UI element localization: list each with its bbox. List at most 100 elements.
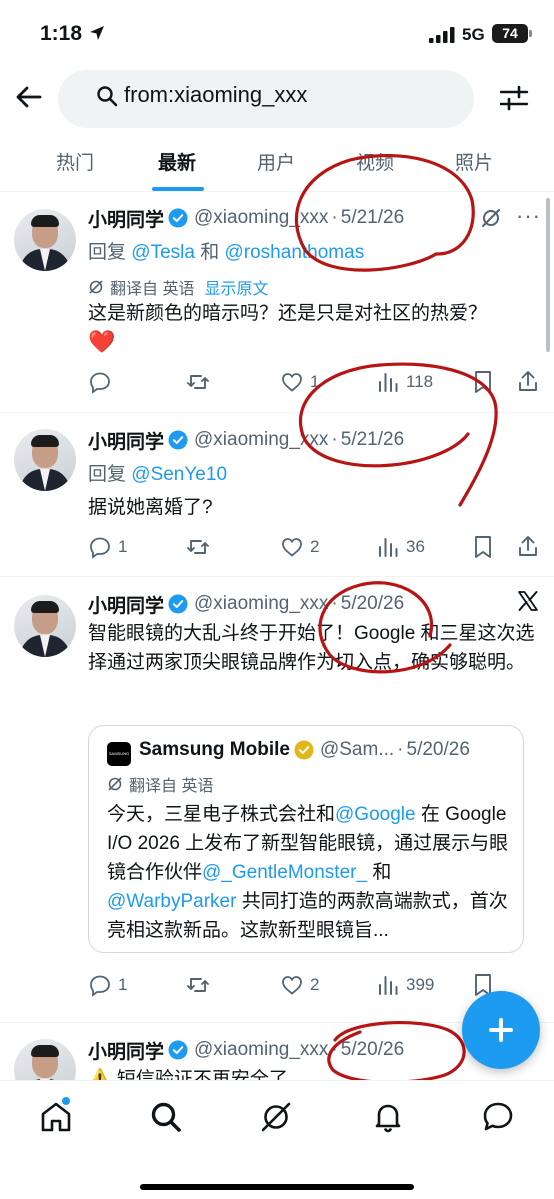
mention-link[interactable]: @SenYe10 [131,464,227,485]
translate-label: 翻译自 英语 [110,281,195,298]
avatar[interactable] [14,209,76,271]
more-options-icon[interactable]: ··· [516,203,541,229]
tweet[interactable]: 小明同学 @xiaoming_xxx · 5/21/26 ··· 回复 @Tes… [0,193,554,413]
tab-people[interactable]: 用户 [257,148,295,175]
replying-to: 回复 @SenYe10 [88,459,227,486]
show-original-link[interactable]: 显示原文 [204,275,268,299]
display-name[interactable]: 小明同学 [88,205,164,232]
share-icon[interactable] [516,534,540,558]
quoted-text-part: 今天，三星电子株式会社和 [107,804,336,825]
battery-level: 74 [492,24,528,43]
compose-post-button[interactable] [462,991,540,1069]
tab-photos[interactable]: 照片 [455,148,493,175]
grok-icon[interactable] [480,207,502,229]
mention-link[interactable]: @Tesla [131,242,195,263]
tweet[interactable]: 小明同学 @xiaoming_xxx · 5/20/26 智能眼镜的大乱斗终于开… [0,577,554,1023]
heart-icon [282,976,302,995]
user-handle[interactable]: @xiaoming_xxx [194,429,328,451]
display-name[interactable]: 小明同学 [88,427,164,454]
mention-link[interactable]: @WarbyParker [107,891,236,912]
avatar[interactable] [14,1039,76,1080]
tweet-date[interactable]: 5/21/26 [341,429,404,451]
display-name[interactable]: 小明同学 [88,591,164,618]
retweet-icon [187,540,209,554]
quoted-tweet[interactable]: SAMSUNG Galaxy Samsung Mobile @Sam... · … [88,725,524,953]
like-count: 2 [310,975,320,994]
reply-button[interactable]: 1 [88,970,127,1000]
tweet-actions: 1 2 399 [88,970,540,1000]
reply-button[interactable]: 1 [88,532,127,562]
status-bar: 1:18 5G 74 [0,0,554,66]
translation-notice: 翻译自 英语 显示原文 [88,275,268,299]
avatar[interactable] [14,595,76,657]
avatar[interactable] [14,429,76,491]
heart-emoji: ❤️ [88,329,116,354]
search-query-text[interactable]: from:xiaoming_xxx [124,82,307,108]
retweet-icon [187,978,209,992]
like-button[interactable]: 2 [280,970,319,1000]
user-handle[interactable]: @xiaoming_xxx [194,1039,328,1061]
views-chart-icon [379,976,398,995]
share-icon[interactable] [516,369,540,393]
views-chart-icon [379,373,398,392]
tab-top[interactable]: 热门 [56,148,94,175]
quoted-display-name[interactable]: Samsung Mobile [139,739,290,761]
notifications-bell-icon[interactable] [370,1099,406,1135]
x-logo-icon [518,591,538,611]
views-button[interactable]: 36 [376,532,425,562]
tab-latest[interactable]: 最新 [158,148,196,175]
grok-icon[interactable] [258,1099,294,1135]
tweet-header: 小明同学 @xiaoming_xxx · 5/21/26 [88,203,404,233]
quoted-text-part: 和 [367,862,392,883]
bookmark-icon[interactable] [472,370,494,394]
home-indicator [140,1184,414,1190]
reply-button[interactable] [88,367,118,397]
tab-media-video[interactable]: 视频 [356,148,394,175]
verified-gold-badge-icon [294,740,314,760]
tweet-date[interactable]: 5/20/26 [341,593,404,615]
user-handle[interactable]: @xiaoming_xxx [194,207,328,229]
like-button[interactable]: 2 [280,532,319,562]
like-button[interactable]: 1 [280,367,319,397]
retweet-button[interactable] [186,970,216,1000]
translate-icon [89,280,103,294]
user-handle[interactable]: @xiaoming_xxx [194,593,328,615]
home-icon[interactable] [38,1099,74,1135]
messages-icon[interactable] [480,1099,516,1135]
plus-icon-vertical [499,1018,503,1042]
mention-link[interactable]: @Google [335,804,416,825]
view-count: 36 [406,537,425,556]
explore-search-icon[interactable] [148,1099,184,1135]
replying-to: 回复 @Tesla 和 @roshanthomas [88,237,364,264]
tweet-actions: 1 2 36 [88,532,540,562]
display-name[interactable]: 小明同学 [88,1037,164,1064]
views-button[interactable]: 118 [376,367,433,397]
status-time: 1:18 [40,22,83,45]
like-count: 2 [310,537,320,556]
mention-link[interactable]: @roshanthomas [225,242,365,263]
verified-badge-icon [168,430,188,450]
quoted-date[interactable]: 5/20/26 [407,739,470,761]
retweet-button[interactable] [186,367,216,397]
quoted-handle[interactable]: @Sam... [320,739,394,761]
retweet-button[interactable] [186,532,216,562]
reply-icon [90,372,110,394]
tweet-date[interactable]: 5/21/26 [341,207,404,229]
back-arrow-icon[interactable] [14,82,44,112]
bottom-navigation [0,1080,554,1199]
verified-badge-icon [168,208,188,228]
location-arrow-icon [90,26,104,40]
views-button[interactable]: 399 [376,970,434,1000]
bookmark-icon[interactable] [472,535,494,559]
tweet-date[interactable]: 5/20/26 [341,1039,404,1061]
tweet[interactable]: 小明同学 @xiaoming_xxx · 5/21/26 回复 @SenYe10… [0,413,554,577]
tweet-header: 小明同学 @xiaoming_xxx · 5/21/26 [88,425,404,455]
tweet-header: 小明同学 @xiaoming_xxx · 5/20/26 [88,589,404,619]
tweet-text: 这是新颜色的暗示吗？还是只是对社区的热爱？ [88,299,540,328]
tweet-header: 小明同学 @xiaoming_xxx · 5/20/26 [88,1035,404,1065]
search-filter-icon[interactable] [498,82,530,114]
tweet-text: ⚠️ 短信验证不再安全了 [88,1065,540,1080]
mention-link[interactable]: @_GentleMonster_ [202,862,367,883]
quoted-tweet-header: Samsung Mobile @Sam... · 5/20/26 [139,739,470,761]
separator-dot: · [331,207,338,228]
